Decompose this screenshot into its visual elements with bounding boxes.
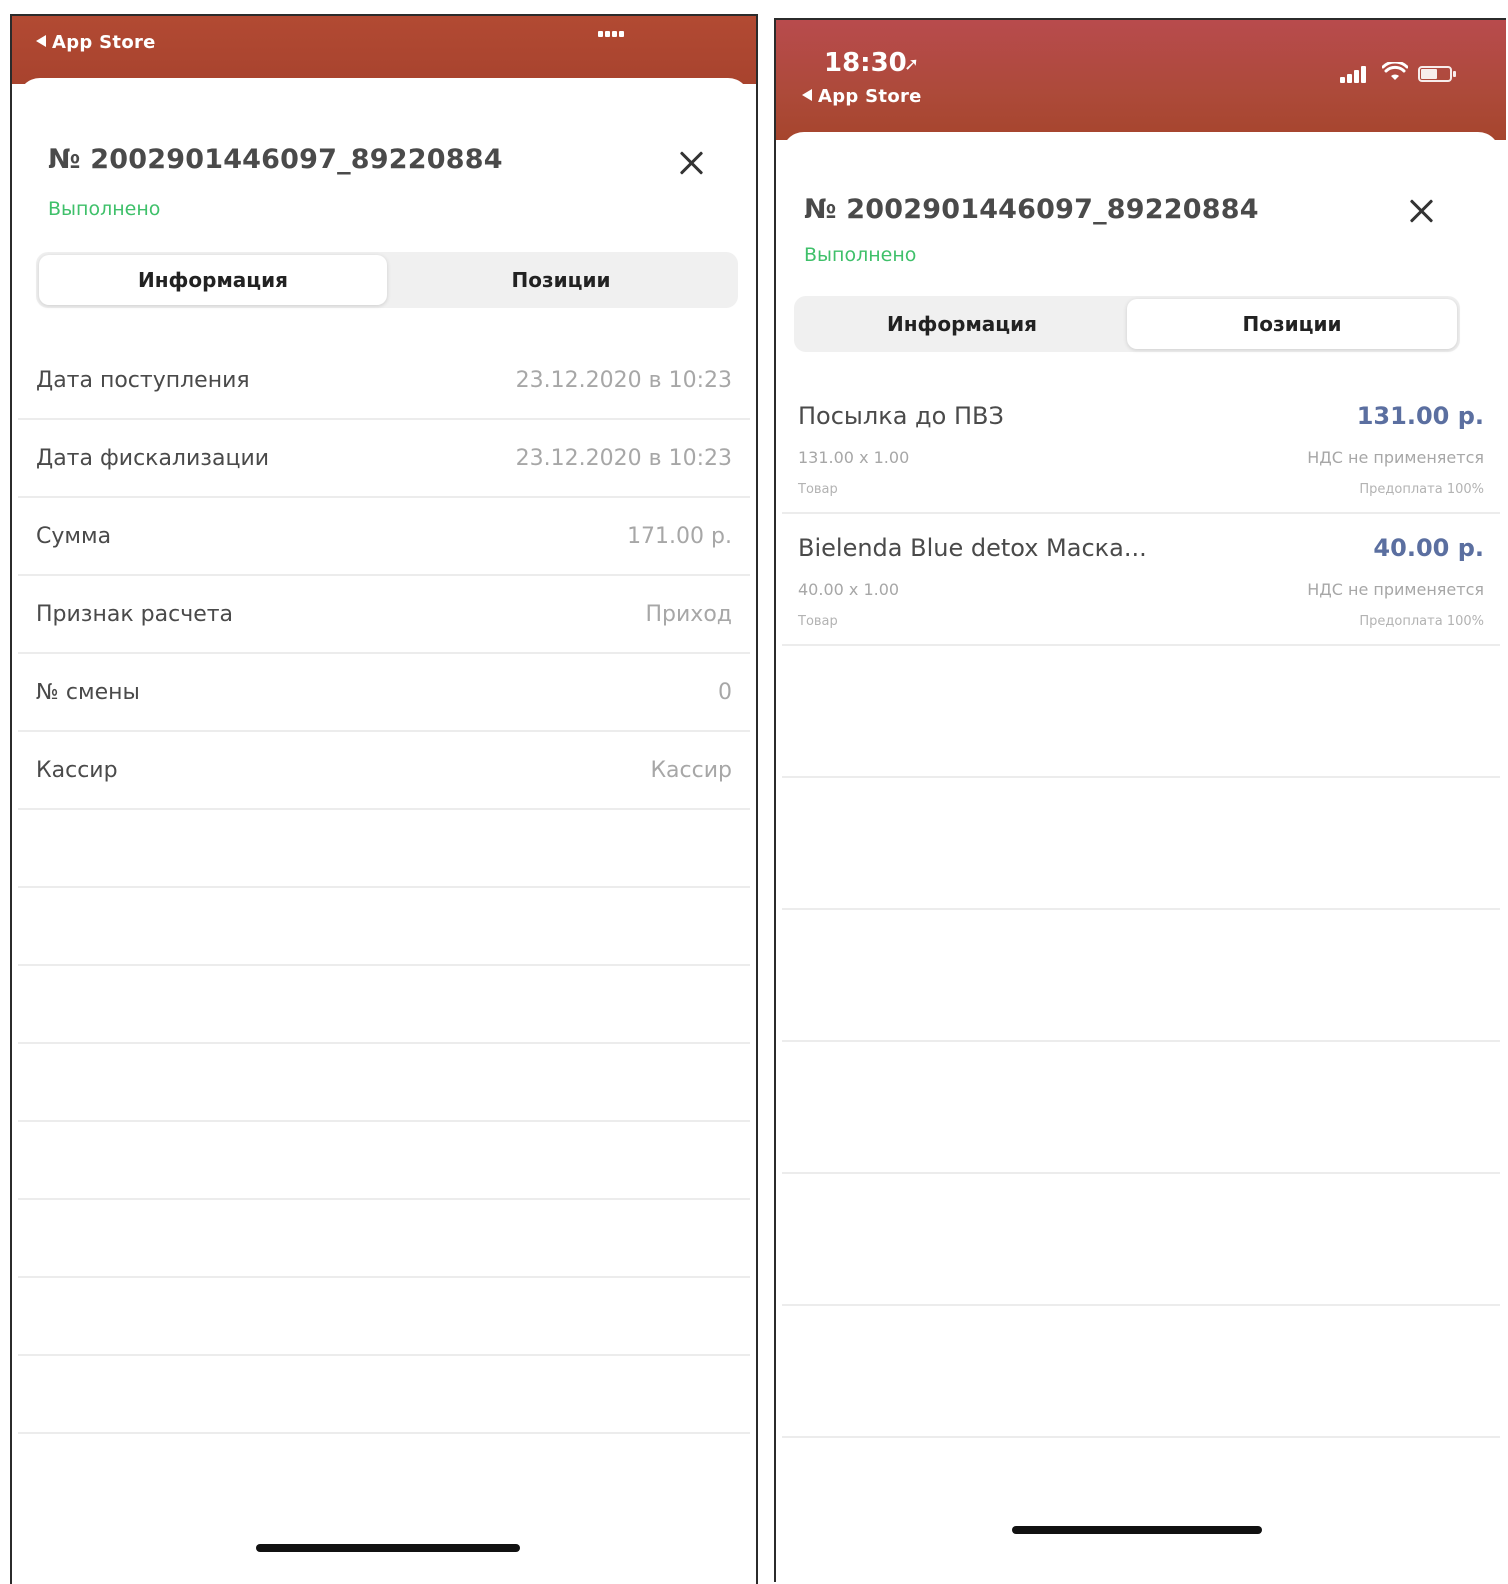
info-value: 171.00 р. [627, 523, 732, 549]
back-to-app-store-link[interactable]: App Store [36, 32, 156, 53]
position-calc: 131.00 x 1.00 [798, 448, 910, 467]
phone-screen-info: App Store № 2002901446097_89220884 Выпол… [10, 14, 758, 1584]
position-payment: Предоплата 100% [1359, 482, 1484, 497]
empty-row [782, 910, 1500, 1042]
receipt-status: Выполнено [804, 244, 917, 266]
info-label: Дата поступления [36, 367, 250, 393]
tab-positions[interactable]: Позиции [387, 255, 735, 305]
position-name: Bielenda Blue detox Маска... [798, 534, 1147, 562]
home-indicator [256, 1544, 520, 1552]
position-vat: НДС не применяется [1307, 580, 1484, 599]
empty-row [18, 1200, 750, 1278]
info-value: 23.12.2020 в 10:23 [515, 367, 732, 393]
position-item[interactable]: Bielenda Blue detox Маска... 40.00 р. 40… [782, 514, 1500, 646]
status-bar: 18:30 ➚ App Store [776, 20, 1506, 140]
tab-positions[interactable]: Позиции [1127, 299, 1457, 349]
receipt-sheet: № 2002901446097_89220884 Выполнено Инфор… [782, 132, 1500, 1582]
receipt-status: Выполнено [48, 198, 161, 220]
info-label: Сумма [36, 523, 112, 549]
tab-information[interactable]: Информация [39, 255, 387, 305]
battery-icon [1418, 66, 1456, 82]
wifi-icon [1382, 62, 1408, 80]
empty-row [18, 966, 750, 1044]
position-price: 131.00 р. [1356, 402, 1484, 430]
position-item[interactable]: Посылка до ПВЗ 131.00 р. 131.00 x 1.00 Н… [782, 382, 1500, 514]
info-value: Приход [645, 601, 733, 627]
back-to-app-store-link[interactable]: App Store [802, 86, 922, 107]
info-label: Кассир [36, 757, 118, 783]
empty-row [18, 888, 750, 966]
info-row-fiscal-date: Дата фискализации 23.12.2020 в 10:23 [18, 420, 750, 498]
position-calc: 40.00 x 1.00 [798, 580, 900, 599]
home-indicator [1012, 1526, 1262, 1534]
status-time: 18:30 [824, 48, 907, 78]
position-type: Товар [798, 482, 838, 497]
info-label: Признак расчета [36, 601, 234, 627]
info-row-sum: Сумма 171.00 р. [18, 498, 750, 576]
info-value: 0 [718, 679, 732, 705]
info-row-cashier: Кассир Кассир [18, 732, 750, 810]
info-label: № смены [36, 679, 140, 705]
empty-row [782, 1174, 1500, 1306]
status-bar: App Store [12, 16, 756, 84]
empty-row [782, 1042, 1500, 1174]
back-label: App Store [818, 86, 922, 107]
phone-screen-positions: 18:30 ➚ App Store № 2002901446097_892208… [774, 18, 1506, 1582]
info-row-payment-sign: Признак расчета Приход [18, 576, 750, 654]
receipt-number-title: № 2002901446097_89220884 [804, 194, 1259, 225]
position-type: Товар [798, 614, 838, 629]
info-row-received-date: Дата поступления 23.12.2020 в 10:23 [18, 342, 750, 420]
back-arrow-icon [802, 89, 812, 101]
info-label: Дата фискализации [36, 445, 270, 471]
empty-row [18, 1356, 750, 1434]
position-payment: Предоплата 100% [1359, 614, 1484, 629]
location-arrow-icon: ➚ [904, 54, 920, 75]
receipt-number-title: № 2002901446097_89220884 [48, 144, 503, 175]
info-row-shift-number: № смены 0 [18, 654, 750, 732]
signal-icon [598, 18, 626, 37]
empty-row [18, 1122, 750, 1200]
tab-information[interactable]: Информация [797, 299, 1127, 349]
close-icon[interactable] [678, 150, 704, 176]
empty-row [18, 1278, 750, 1356]
empty-row [782, 1306, 1500, 1438]
back-arrow-icon [36, 35, 46, 47]
empty-row [782, 646, 1500, 778]
receipt-sheet: № 2002901446097_89220884 Выполнено Инфор… [18, 78, 750, 1584]
info-value: Кассир [650, 757, 732, 783]
empty-row [18, 810, 750, 888]
segmented-control: Информация Позиции [794, 296, 1460, 352]
signal-icon [1340, 64, 1368, 83]
position-vat: НДС не применяется [1307, 448, 1484, 467]
close-icon[interactable] [1408, 198, 1434, 224]
info-value: 23.12.2020 в 10:23 [515, 445, 732, 471]
back-label: App Store [52, 32, 156, 53]
empty-row [782, 778, 1500, 910]
empty-row [18, 1044, 750, 1122]
position-name: Посылка до ПВЗ [798, 402, 1004, 430]
position-price: 40.00 р. [1373, 534, 1484, 562]
segmented-control: Информация Позиции [36, 252, 738, 308]
